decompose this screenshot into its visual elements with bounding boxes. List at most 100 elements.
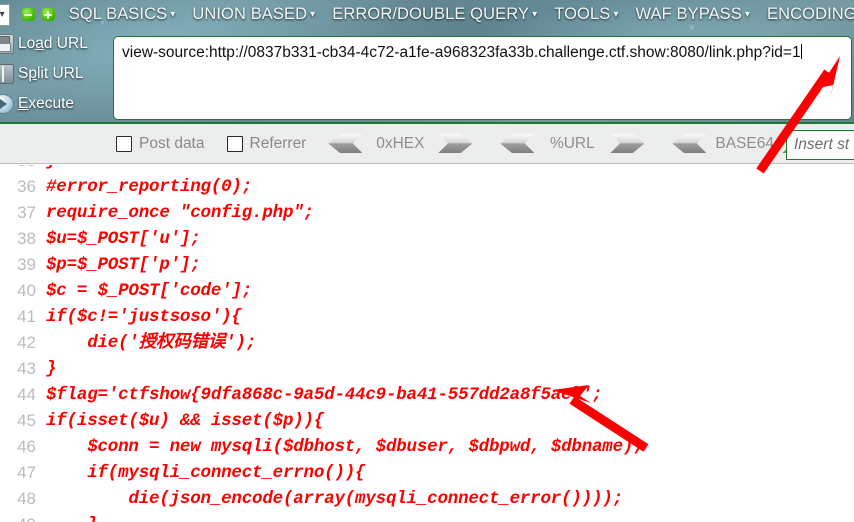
menu-label: UNION BASED	[192, 5, 308, 23]
line-source: #error_reporting(0);	[46, 177, 253, 197]
line-source: $conn = new mysqli($dbhost, $dbuser, $db…	[46, 437, 644, 457]
line-number: 49	[0, 512, 46, 522]
chevron-down-icon: ▾	[744, 9, 751, 20]
line-source: if(mysqli_connect_errno()){	[46, 463, 366, 483]
url-decode-button[interactable]	[500, 134, 535, 153]
line-number: 41	[17, 307, 36, 326]
menu-item-sql-basics[interactable]: SQL BASICS ▾	[69, 5, 176, 24]
encoder-url: %URL	[500, 134, 645, 153]
code-line: 40 $c = $_POST['code'];	[0, 278, 854, 304]
code-line: 39 $p=$_POST['p'];	[0, 252, 854, 278]
label-accesskey: p	[28, 64, 37, 82]
code-line: 49 }	[0, 512, 854, 522]
load-url-button[interactable]: Load URL	[0, 31, 110, 56]
menu-item-error-double-query[interactable]: ERROR/DOUBLE QUERY ▾	[332, 5, 537, 24]
label-post: d URL	[43, 34, 88, 52]
arrow-left-icon	[672, 134, 707, 153]
label-pre: S	[18, 64, 29, 82]
base64-decode-button[interactable]	[672, 134, 707, 153]
zoom-out-button[interactable]	[21, 8, 35, 21]
menu-label: WAF BYPASS	[635, 5, 742, 23]
line-number: 37	[17, 203, 36, 222]
load-url-label: Load URL	[18, 35, 88, 53]
zoom-in-button[interactable]	[41, 8, 55, 21]
line-source: $c = $_POST['code'];	[46, 281, 253, 301]
execute-label: Execute	[18, 95, 74, 113]
arrow-left-icon	[328, 134, 363, 153]
hackbar-menu-row: NT ▾ SQL BASICS▾ UNION BASED▾ ERROR/DOUB…	[0, 0, 854, 29]
split-url-label: Split URL	[18, 65, 83, 83]
code-line: 35 }	[0, 165, 854, 174]
code-line: 37 require_once "config.php";	[0, 200, 854, 226]
line-source: if(isset($u) && isset($p)){	[46, 411, 325, 431]
context-select[interactable]: NT ▾	[0, 3, 10, 26]
view-source-code: 35 } 36 #error_reporting(0); 37 require_…	[0, 165, 854, 522]
base64-label: BASE64	[715, 134, 774, 152]
hackbar-actions: Load URL Split URL Execute	[0, 31, 110, 121]
chevron-down-icon: ▾	[0, 9, 5, 20]
execute-button[interactable]: Execute	[0, 91, 110, 116]
chevron-down-icon: ▾	[310, 9, 316, 20]
referrer-label: Referrer	[249, 134, 307, 152]
line-source: if($c!='justsoso'){	[46, 307, 242, 327]
execute-play-icon	[0, 93, 14, 114]
hackbar-menu: SQL BASICS ▾ UNION BASED ▾ ERROR/DOUBLE QU…	[69, 5, 854, 24]
code-line: 41 if($c!='justsoso'){	[0, 304, 854, 330]
code-line: 48 die(json_encode(array(mysqli_connect_…	[0, 486, 854, 512]
arrow-right-icon	[438, 134, 473, 153]
line-number: 40	[17, 281, 36, 300]
code-line: 45 if(isset($u) && isset($p)){	[0, 408, 854, 434]
menu-label: TOOLS	[554, 5, 611, 23]
text-cursor	[800, 44, 802, 59]
menu-label: ENCODING	[767, 5, 854, 23]
line-number: 46	[17, 437, 36, 456]
arrow-right-icon	[610, 134, 645, 153]
post-data-checkbox[interactable]	[116, 135, 132, 152]
hex-decode-button[interactable]	[328, 134, 363, 153]
menu-label: ERROR/DOUBLE QUERY	[332, 5, 530, 23]
code-line: 42 die('授权码错误');	[0, 330, 854, 356]
split-icon	[0, 63, 14, 84]
menu-label: SQL BASICS	[68, 5, 168, 23]
encoder-hex: 0xHEX	[328, 134, 473, 153]
code-line: 36 #error_reporting(0);	[0, 174, 854, 200]
line-number: 44	[17, 385, 36, 404]
hackbar-screenshot: NT ▾ SQL BASICS▾ UNION BASED▾ ERROR/DOUB…	[0, 0, 854, 522]
hackbar-options-bar: Post data Referrer 0xHEX %URL BASE64	[0, 124, 854, 164]
code-line: 46 $conn = new mysqli($dbhost, $dbuser, …	[0, 434, 854, 460]
url-encode-button[interactable]	[610, 134, 645, 153]
insert-string-input[interactable]: Insert st	[786, 130, 854, 160]
hex-encode-button[interactable]	[438, 134, 473, 153]
line-source: require_once "config.php";	[46, 203, 314, 223]
menu-item-union-based[interactable]: UNION BASED ▾	[192, 5, 315, 24]
url-input[interactable]: view-source:http://0837b331-cb34-4c72-a1…	[113, 36, 852, 120]
line-number: 48	[17, 489, 36, 508]
line-number: 39	[17, 255, 36, 274]
code-line-flag: 44 $flag='ctfshow{9dfa868c-9a5d-44c9-ba4…	[0, 382, 854, 408]
referrer-checkbox[interactable]	[226, 135, 243, 152]
split-url-button[interactable]: Split URL	[0, 61, 110, 86]
chevron-down-icon: ▾	[532, 9, 538, 20]
url-input-value: view-source:http://0837b331-cb34-4c72-a1…	[122, 44, 801, 61]
line-source: die('授权码错误');	[46, 333, 257, 353]
line-source: $p=$_POST['p'];	[46, 255, 201, 275]
label-pre: Lo	[18, 34, 36, 52]
menu-item-encoding[interactable]: ENCODING▾	[767, 5, 854, 24]
insert-string-placeholder: Insert st	[794, 136, 850, 153]
hackbar-panel: NT ▾ SQL BASICS▾ UNION BASED▾ ERROR/DOUB…	[0, 0, 854, 124]
label-accesskey: E	[18, 94, 29, 112]
hex-label: 0xHEX	[376, 134, 425, 152]
line-number: 43	[17, 359, 36, 378]
menu-item-tools[interactable]: TOOLS ▾	[554, 5, 618, 24]
arrow-left-icon	[500, 134, 535, 153]
line-number: 42	[17, 333, 36, 352]
line-source: }	[46, 512, 98, 522]
line-source: die(json_encode(array(mysqli_connect_err…	[46, 489, 623, 509]
post-data-checkbox-group[interactable]: Post data	[116, 135, 205, 153]
line-number: 38	[17, 229, 36, 248]
line-number: 45	[17, 411, 36, 430]
url-label: %URL	[549, 134, 595, 152]
post-data-label: Post data	[139, 134, 205, 152]
referrer-checkbox-group[interactable]: Referrer	[226, 134, 307, 153]
menu-item-waf-bypass[interactable]: WAF BYPASS ▾	[635, 5, 750, 24]
